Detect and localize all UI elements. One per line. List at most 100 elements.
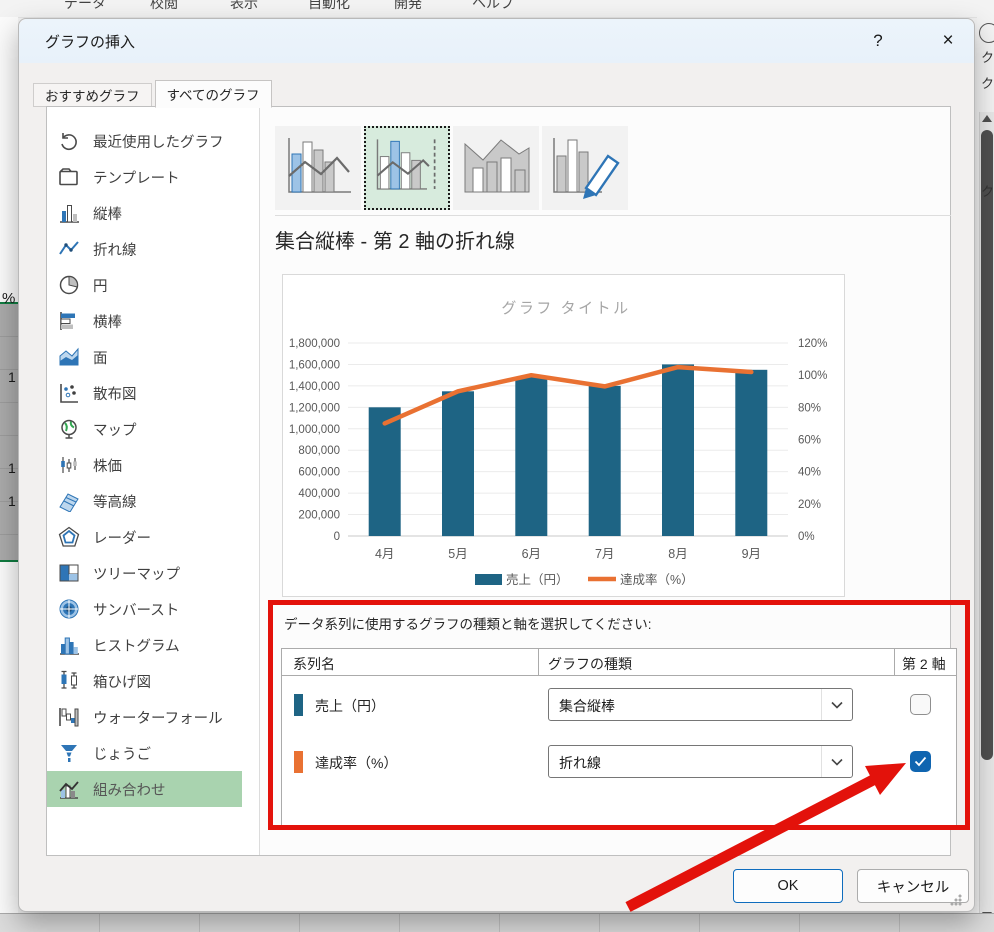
excel-vertical-scrollbar[interactable] — [979, 112, 994, 931]
sidebar-item-label: 散布図 — [93, 383, 137, 404]
svg-text:達成率（%）: 達成率（%） — [620, 572, 694, 587]
sidebar-item-label: 折れ線 — [93, 239, 137, 260]
series-color-swatch — [294, 694, 303, 716]
sidebar-item-column[interactable]: 縦棒 — [47, 195, 242, 231]
sidebar-item-map[interactable]: マップ — [47, 411, 242, 447]
sidebar-item-treemap[interactable]: ツリーマップ — [47, 555, 242, 591]
sidebar-item-label: サンバースト — [93, 599, 179, 620]
svg-text:600,000: 600,000 — [298, 467, 340, 479]
sidebar-item-sunburst[interactable]: サンバースト — [47, 591, 242, 627]
dialog-title: グラフの挿入 — [45, 31, 135, 52]
row-number-fragment: 1 — [8, 460, 16, 476]
ribbon-tab-fragment: 校閲 — [150, 0, 178, 13]
svg-text:9月: 9月 — [742, 547, 761, 561]
svg-text:7月: 7月 — [595, 547, 614, 561]
ribbon-tab-fragment: ヘルプ — [472, 0, 514, 13]
sidebar-item-funnel[interactable]: じょうご — [47, 735, 242, 771]
ribbon-icon-fragment — [979, 23, 994, 43]
sidebar-item-label: 箱ひげ図 — [93, 671, 151, 692]
waterfall-chart-icon — [58, 706, 80, 728]
ribbon-tab-fragment: 表示 — [230, 0, 258, 13]
area-chart-icon — [58, 346, 80, 368]
series-row-1: 売上（円）集合縦棒 — [282, 685, 956, 725]
secondary-axis-checkbox[interactable] — [910, 751, 931, 772]
svg-text:1,400,000: 1,400,000 — [289, 381, 340, 393]
excel-ribbon-strip: データ校閲表示自動化開発ヘルプ — [0, 0, 994, 18]
dialog-titlebar: グラフの挿入 ? × — [19, 19, 974, 63]
ribbon-label-fragment: ク — [981, 47, 994, 66]
sidebar-item-recent[interactable]: 最近使用したグラフ — [47, 123, 242, 159]
subtype-thumb-custom-combination[interactable] — [542, 126, 628, 210]
sidebar-item-pie[interactable]: 円 — [47, 267, 242, 303]
secondary-axis-checkbox[interactable] — [910, 694, 931, 715]
sidebar-item-template[interactable]: テンプレート — [47, 159, 242, 195]
sidebar-item-line[interactable]: 折れ線 — [47, 231, 242, 267]
chart-type-value: 集合縦棒 — [559, 696, 615, 716]
svg-text:グラフ タイトル: グラフ タイトル — [501, 300, 630, 317]
sidebar-item-combo[interactable]: 組み合わせ — [47, 771, 242, 807]
sunburst-chart-icon — [58, 598, 80, 620]
excel-right-edge-strip: ククク — [977, 17, 994, 931]
excel-sheet-bottom-strip — [0, 913, 994, 932]
scrollbar-thumb[interactable] — [981, 130, 993, 760]
svg-text:80%: 80% — [798, 402, 821, 414]
sidebar-item-waterfall[interactable]: ウォーターフォール — [47, 699, 242, 735]
sidebar-item-histogram[interactable]: ヒストグラム — [47, 627, 242, 663]
sidebar-item-radar[interactable]: レーダー — [47, 519, 242, 555]
help-button[interactable]: ? — [861, 27, 895, 55]
combo-chart-icon — [58, 778, 80, 800]
sidebar-item-label: ツリーマップ — [93, 563, 180, 584]
subtype-thumb-stacked-area-clustered-column[interactable] — [453, 126, 539, 210]
svg-text:5月: 5月 — [448, 547, 467, 561]
header-separator — [538, 649, 539, 675]
tab-recommended-charts[interactable]: おすすめグラフ — [33, 83, 152, 107]
surface-chart-icon — [58, 490, 80, 512]
chart-type-dropdown[interactable]: 集合縦棒 — [548, 688, 853, 721]
column-chart-icon — [58, 202, 80, 224]
sidebar-item-surface[interactable]: 等高線 — [47, 483, 242, 519]
svg-text:40%: 40% — [798, 467, 821, 479]
series-instruction: データ系列に使用するグラフの種類と軸を選択してください: — [284, 613, 651, 633]
subtype-thumb-clustered-column-line-secondary-axis[interactable] — [364, 126, 450, 210]
svg-text:1,000,000: 1,000,000 — [289, 424, 340, 436]
row-number-fragment: 1 — [8, 369, 16, 385]
ok-button[interactable]: OK — [733, 869, 843, 903]
line-chart-icon — [58, 238, 80, 260]
sidebar-item-scatter[interactable]: 散布図 — [47, 375, 242, 411]
svg-text:0: 0 — [334, 531, 340, 543]
sidebar-item-stock[interactable]: 株価 — [47, 447, 242, 483]
chevron-down-icon[interactable] — [821, 689, 852, 720]
chart-preview-card: グラフ タイトル1,800,0001,600,0001,400,0001,200… — [282, 274, 845, 597]
svg-text:6月: 6月 — [522, 547, 541, 561]
close-button[interactable]: × — [931, 27, 965, 55]
series-color-swatch — [294, 751, 303, 773]
sidebar-item-label: じょうご — [93, 743, 151, 764]
series-row-2: 達成率（%）折れ線 — [282, 742, 956, 782]
bar-chart-icon — [58, 310, 80, 332]
resize-grip[interactable] — [950, 894, 962, 906]
ribbon-tab-fragment: データ — [64, 0, 106, 13]
sidebar-item-bar[interactable]: 横棒 — [47, 303, 242, 339]
sidebar-item-label: 株価 — [93, 455, 122, 476]
treemap-chart-icon — [58, 562, 80, 584]
chart-type-dropdown[interactable]: 折れ線 — [548, 745, 853, 778]
screen: データ校閲表示自動化開発ヘルプ %111 ククク グラフの挿入 ? × おすすめ… — [0, 0, 994, 931]
clustered-column-line-icon — [275, 126, 361, 210]
svg-text:120%: 120% — [798, 338, 827, 350]
recent-chart-icon — [58, 130, 80, 152]
ribbon-label-fragment: ク — [981, 73, 994, 92]
map-chart-icon — [58, 418, 80, 440]
tab-all-charts[interactable]: すべてのグラフ — [155, 80, 272, 108]
subtype-heading: 集合縦棒 - 第 2 軸の折れ線 — [275, 225, 515, 254]
sidebar-item-area[interactable]: 面 — [47, 339, 242, 375]
subtype-thumb-clustered-column-line[interactable] — [275, 126, 361, 210]
stock-chart-icon — [58, 454, 80, 476]
col-chart-type: グラフの種類 — [548, 654, 632, 674]
stacked-area-clustered-column-icon — [453, 126, 539, 210]
chevron-down-icon[interactable] — [821, 746, 852, 777]
svg-text:200,000: 200,000 — [298, 510, 340, 522]
sidebar-item-label: 円 — [93, 275, 108, 296]
sidebar-item-boxwhisker[interactable]: 箱ひげ図 — [47, 663, 242, 699]
scrollbar-up-arrow-icon[interactable] — [982, 115, 992, 122]
ribbon-tab-fragment: 自動化 — [308, 0, 350, 13]
